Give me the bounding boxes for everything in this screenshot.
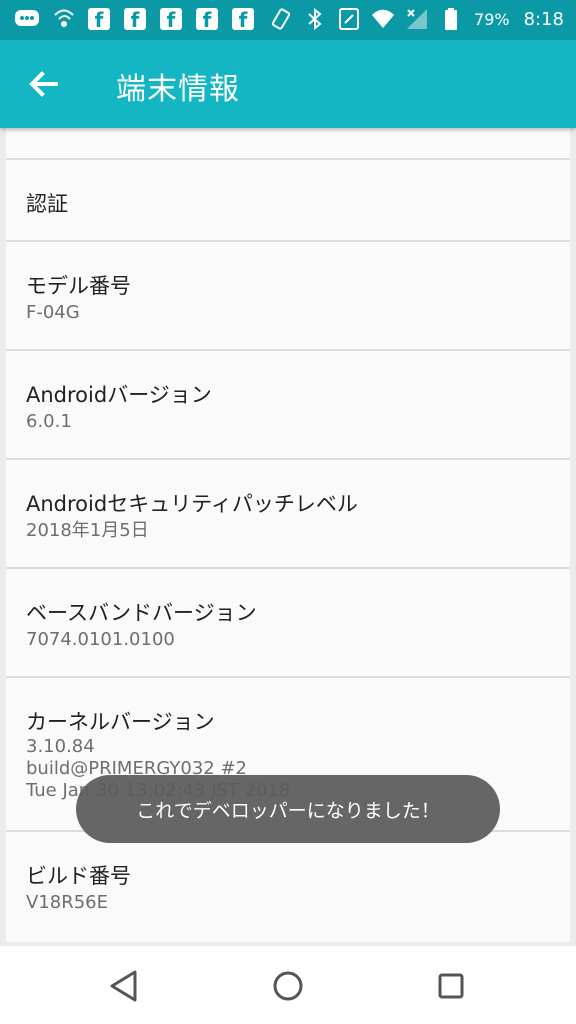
item-title: Androidセキュリティパッチレベル [26, 492, 358, 516]
bluetooth-icon [302, 6, 328, 32]
navigation-bar [0, 946, 576, 1024]
item-title: 認証 [26, 192, 68, 216]
item-value: 2018年1月5日 [26, 520, 149, 541]
item-value: 6.0.1 [26, 411, 72, 432]
page-title: 端末情報 [116, 72, 240, 107]
app-bar: 端末情報 [0, 40, 576, 128]
nav-back-button[interactable] [102, 964, 146, 1008]
item-value: V18R56E [26, 892, 109, 913]
square-recents-icon [438, 973, 464, 999]
list-item-baseband-version[interactable]: ベースバンドバージョン 7074.0101.0100 [6, 569, 570, 678]
signal-icon [404, 6, 430, 32]
list-item-model-number[interactable]: モデル番号 F-04G [6, 242, 570, 351]
list-item-certification[interactable]: 認証 [6, 160, 570, 242]
message-icon [14, 6, 40, 32]
item-title: カーネルバージョン [26, 710, 215, 734]
list-item-android-version[interactable]: Androidバージョン 6.0.1 [6, 351, 570, 460]
facebook-icon: f [86, 6, 112, 32]
item-value: 7074.0101.0100 [26, 629, 175, 650]
facebook-icon: f [158, 6, 184, 32]
list-item-build-number[interactable]: ビルド番号 V18R56E [6, 832, 570, 940]
item-title: モデル番号 [26, 274, 131, 298]
wifi-call-icon [50, 6, 76, 32]
triangle-back-icon [110, 970, 137, 1002]
system-icons: 79% 8:18 [268, 6, 564, 32]
list-item-security-patch[interactable]: Androidセキュリティパッチレベル 2018年1月5日 [6, 460, 570, 569]
arrow-left-icon [29, 71, 58, 97]
nav-home-button[interactable] [266, 964, 310, 1008]
battery-icon [438, 6, 464, 32]
facebook-icon: f [122, 6, 148, 32]
nav-recents-button[interactable] [429, 964, 473, 1008]
back-button[interactable] [20, 62, 68, 106]
facebook-icon: f [194, 6, 220, 32]
item-title: ベースバンドバージョン [26, 601, 257, 625]
battery-percent: 79% [474, 9, 510, 29]
notification-icons: f f f f f [14, 6, 256, 32]
item-value: F-04G [26, 302, 80, 323]
item-title: Androidバージョン [26, 383, 212, 407]
vibrate-icon [268, 6, 294, 32]
toast-message: これでデベロッパーになりました！ [76, 775, 500, 843]
clock: 8:18 [523, 8, 564, 30]
wifi-icon [370, 6, 396, 32]
status-bar: f f f f f 79% 8:18 [0, 0, 576, 40]
facebook-icon: f [230, 6, 256, 32]
item-title: ビルド番号 [26, 864, 131, 888]
list-item-partial[interactable] [6, 128, 570, 160]
circle-home-icon [273, 971, 303, 1001]
nfc-icon [336, 6, 362, 32]
